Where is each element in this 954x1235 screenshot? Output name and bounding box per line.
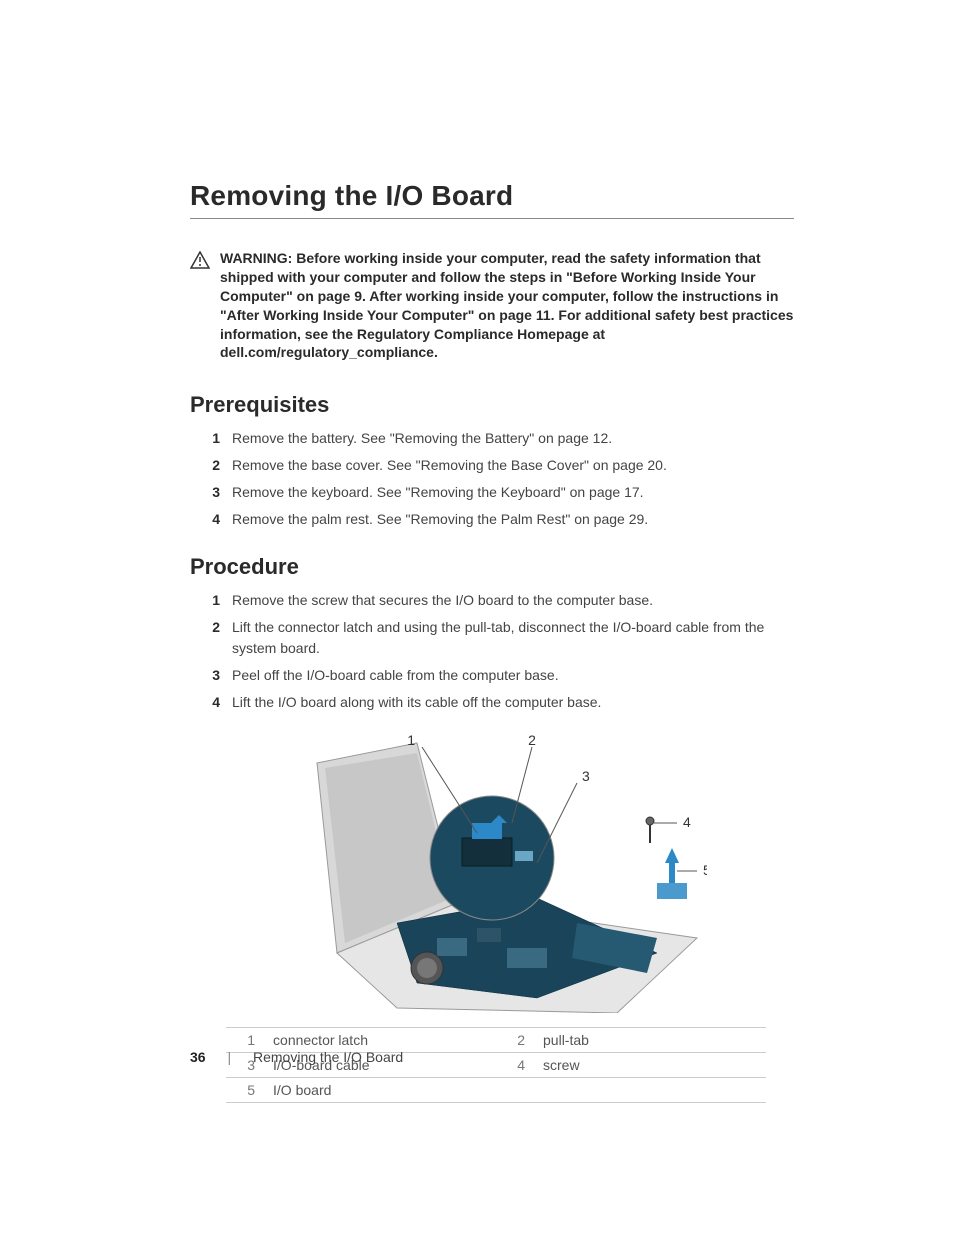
procedure-heading: Procedure (190, 554, 794, 580)
prerequisite-item: Remove the keyboard. See "Removing the K… (226, 482, 794, 503)
legend-num: 2 (496, 1028, 537, 1053)
prerequisites-list: Remove the battery. See "Removing the Ba… (190, 428, 794, 530)
page: Removing the I/O Board WARNING: Before w… (0, 0, 954, 1235)
callout-4: 4 (683, 814, 691, 830)
prerequisites-heading: Prerequisites (190, 392, 794, 418)
legend-label: screw (537, 1053, 766, 1078)
callout-5: 5 (703, 862, 707, 878)
legend-num: 5 (226, 1078, 267, 1103)
callout-2: 2 (528, 732, 536, 748)
legend-label: pull-tab (537, 1028, 766, 1053)
warning-text: WARNING: Before working inside your comp… (220, 249, 794, 362)
page-number: 36 (190, 1049, 206, 1065)
warning-icon (190, 251, 210, 362)
procedure-item: Lift the I/O board along with its cable … (226, 692, 794, 713)
callout-1: 1 (407, 732, 415, 748)
warning-label: WARNING: (220, 250, 292, 266)
procedure-list: Remove the screw that secures the I/O bo… (190, 590, 794, 713)
legend-row: 5 I/O board (226, 1078, 766, 1103)
legend-label: I/O board (267, 1078, 496, 1103)
page-title: Removing the I/O Board (190, 180, 794, 219)
footer-separator: | (227, 1049, 231, 1065)
procedure-item: Lift the connector latch and using the p… (226, 617, 794, 659)
warning-body: Before working inside your computer, rea… (220, 250, 793, 360)
diagram: 1 2 3 4 5 (277, 723, 707, 1013)
prerequisite-item: Remove the palm rest. See "Removing the … (226, 509, 794, 530)
procedure-item: Remove the screw that secures the I/O bo… (226, 590, 794, 611)
legend-num: 4 (496, 1053, 537, 1078)
callout-3: 3 (582, 768, 590, 784)
footer-section: Removing the I/O Board (253, 1049, 403, 1065)
page-footer: 36 | Removing the I/O Board (190, 1049, 403, 1065)
warning-block: WARNING: Before working inside your comp… (190, 249, 794, 362)
prerequisite-item: Remove the battery. See "Removing the Ba… (226, 428, 794, 449)
diagram-legend: 1 connector latch 2 pull-tab 3 I/O-board… (226, 1027, 766, 1103)
prerequisite-item: Remove the base cover. See "Removing the… (226, 455, 794, 476)
procedure-item: Peel off the I/O-board cable from the co… (226, 665, 794, 686)
